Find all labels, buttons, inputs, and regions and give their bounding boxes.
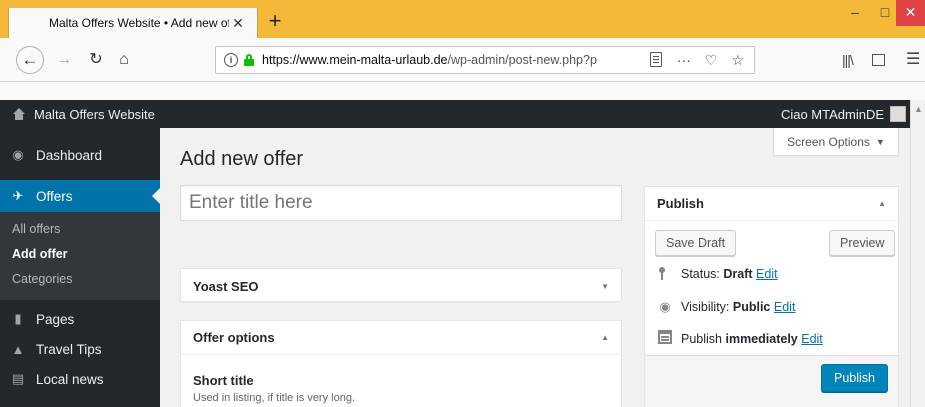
browser-tab[interactable]: Malta Offers Website • Add new off ✕	[8, 8, 258, 38]
menu-item-local-news[interactable]: ▤ Local news	[0, 362, 160, 396]
admin-bar-account[interactable]: Ciao MTAdminDE	[781, 100, 906, 128]
window-close-button[interactable]: ✕	[896, 0, 925, 26]
edit-visibility-link[interactable]: Edit	[774, 300, 796, 314]
window-minimize-button[interactable]: –	[840, 0, 870, 26]
post-title-input[interactable]: Enter title here	[180, 185, 622, 221]
visibility-row: ◉ Visibility: Public Edit	[657, 299, 795, 315]
url-text[interactable]: https://www.mein-malta-urlaub.de/wp-admi…	[262, 53, 677, 67]
status-value: Draft	[723, 267, 753, 281]
toggle-arrow-icon[interactable]: ▼	[601, 282, 609, 291]
menu-label-dashboard: Dashboard	[36, 147, 103, 163]
preview-button[interactable]: Preview	[829, 230, 896, 256]
browser-content-top	[0, 82, 925, 100]
caret-down-icon: ▼	[875, 136, 885, 147]
menu-item-dashboard[interactable]: ◉ Dashboard	[0, 138, 160, 172]
url-actions: ··· ♡ ☆	[677, 52, 754, 69]
new-tab-button[interactable]: +	[262, 8, 288, 34]
offer-options-header[interactable]: Offer options ▲	[181, 321, 621, 355]
submenu-categories[interactable]: Categories	[12, 272, 72, 286]
toggle-arrow-icon[interactable]: ▲	[878, 199, 886, 208]
tab-close-icon[interactable]: ✕	[229, 15, 247, 32]
edit-status-link[interactable]: Edit	[756, 267, 778, 281]
publish-title: Publish	[657, 196, 704, 211]
publish-box: Publish ▲ Save Draft Preview Status: Dra…	[644, 186, 899, 407]
local-news-icon: ▤	[11, 371, 25, 386]
offer-options-title: Offer options	[193, 330, 275, 345]
calendar-icon	[658, 330, 672, 344]
library-icon[interactable]: |||\	[842, 52, 854, 68]
menu-label-travel-tips: Travel Tips	[36, 341, 102, 357]
forward-arrow-icon[interactable]: →	[50, 46, 78, 74]
home-icon[interactable]: ⌂	[110, 46, 138, 74]
admin-bar-site[interactable]: Malta Offers Website	[12, 100, 155, 128]
screen-options-button[interactable]: Screen Options ▼	[773, 128, 899, 156]
bookmark-star-icon[interactable]: ☆	[731, 52, 744, 69]
menu-item-travel-tips[interactable]: ▲ Travel Tips	[0, 332, 160, 366]
page-scrollbar[interactable]: ▲	[910, 100, 925, 407]
howdy-text: Ciao MTAdminDE	[780, 106, 884, 122]
visibility-text: Visibility: Public Edit	[681, 300, 796, 314]
submenu-add-offer[interactable]: Add offer	[12, 247, 68, 261]
publish-button[interactable]: Publish	[821, 364, 888, 392]
reload-icon[interactable]: ↻	[82, 46, 110, 74]
toggle-arrow-icon[interactable]: ▲	[601, 333, 609, 342]
scroll-up-icon[interactable]: ▲	[914, 104, 923, 114]
pin-icon	[657, 267, 673, 281]
edit-schedule-link[interactable]: Edit	[801, 332, 823, 346]
menu-item-offers[interactable]: ✈ Offers	[0, 180, 160, 212]
info-icon[interactable]: i	[224, 53, 238, 67]
publish-header[interactable]: Publish ▲	[645, 187, 898, 221]
eye-icon: ◉	[659, 299, 671, 314]
screen-options-label: Screen Options	[787, 134, 870, 149]
yoast-seo-title: Yoast SEO	[193, 278, 259, 294]
schedule-value: immediately	[725, 331, 798, 346]
browser-tab-bar: Malta Offers Website • Add new off ✕ + –…	[0, 0, 925, 38]
back-arrow-icon[interactable]: ←	[16, 46, 44, 74]
submenu-all-offers[interactable]: All offers	[12, 222, 60, 236]
status-text: Status: Draft Edit	[681, 267, 778, 281]
reader-view-icon[interactable]	[650, 52, 662, 67]
admin-menu: ◉ Dashboard ✈ Offers All offers Add offe…	[0, 128, 160, 407]
sidebar-toggle-icon[interactable]	[872, 54, 885, 66]
url-path: /wp-admin/post-new.php?p	[447, 53, 597, 67]
menu-label-local-news: Local news	[36, 371, 104, 387]
short-title-label: Short title	[193, 373, 254, 388]
pages-icon: ▮	[14, 311, 22, 326]
offers-icon: ✈	[12, 188, 24, 203]
menu-label-pages: Pages	[36, 311, 75, 327]
site-name: Malta Offers Website	[34, 106, 155, 122]
calendar-icon-wrap	[657, 330, 673, 347]
page-title: Add new offer	[180, 148, 304, 170]
publish-major-actions: Publish	[645, 355, 898, 407]
dashboard-icon: ◉	[12, 147, 24, 162]
url-bar[interactable]: i https://www.mein-malta-urlaub.de/wp-ad…	[215, 46, 755, 74]
page-actions-icon[interactable]: ···	[677, 52, 691, 68]
house-icon	[12, 108, 26, 120]
offers-submenu: All offers Add offer Categories	[0, 212, 160, 300]
browser-nav-bar: ← → ↻ ⌂ i https://www.mein-malta-urlaub.…	[0, 38, 925, 82]
avatar	[890, 106, 906, 122]
yoast-seo-header[interactable]: Yoast SEO ▼	[181, 269, 621, 303]
wp-admin-bar: Malta Offers Website Ciao MTAdminDE	[0, 100, 910, 128]
offer-options-box: Offer options ▲ Short title Used in list…	[180, 320, 622, 407]
menu-item-pages[interactable]: ▮ Pages	[0, 302, 160, 336]
save-draft-button[interactable]: Save Draft	[655, 230, 737, 256]
travel-tips-icon: ▲	[11, 341, 25, 357]
yoast-seo-box: Yoast SEO ▼	[180, 268, 622, 302]
schedule-text: Publish immediately Edit	[681, 331, 823, 346]
tab-title: Malta Offers Website • Add new off	[49, 16, 229, 30]
url-host: https://www.mein-malta-urlaub.de	[262, 53, 448, 67]
hamburger-menu-icon[interactable]: ☰	[906, 49, 920, 69]
menu-label-offers: Offers	[36, 188, 73, 204]
lock-icon[interactable]	[244, 54, 254, 66]
schedule-row: Publish immediately Edit	[657, 330, 823, 347]
short-title-description: Used in listing, if title is very long.	[193, 392, 356, 404]
pocket-icon[interactable]: ♡	[705, 52, 718, 69]
visibility-value: Public	[732, 300, 771, 314]
status-row: Status: Draft Edit	[657, 267, 778, 281]
